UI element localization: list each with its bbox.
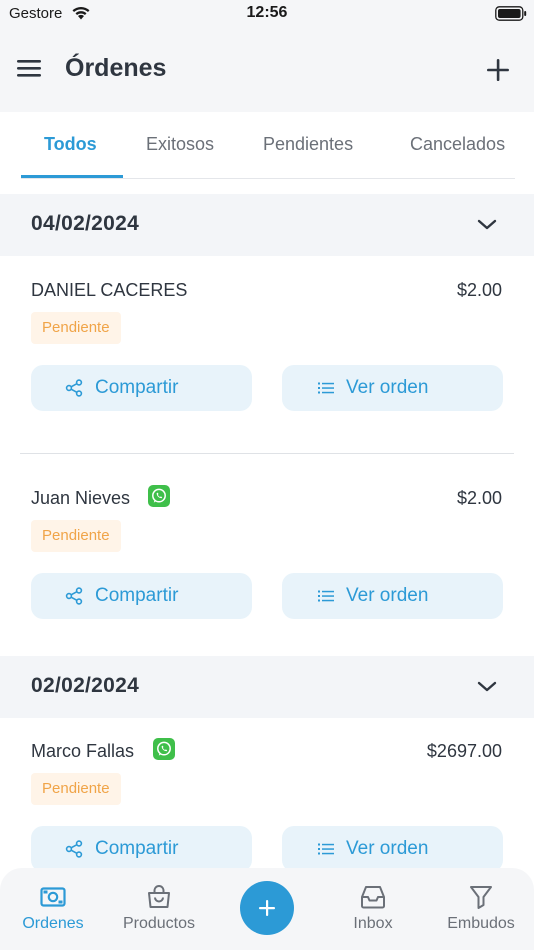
tab-exitosos[interactable]: Exitosos — [146, 134, 214, 155]
customer-name: DANIEL CACERES — [31, 280, 188, 300]
order-amount: $2.00 — [456, 488, 502, 508]
orders-icon — [40, 887, 66, 907]
customer-name: Marco Fallas — [31, 741, 135, 761]
order-card: DANIEL CACERES $2.00 Pendiente Compartir… — [0, 280, 534, 480]
share-button[interactable]: Compartir — [31, 365, 252, 411]
list-icon — [318, 382, 334, 394]
view-order-button[interactable]: Ver orden — [282, 573, 503, 619]
bottom-navigation: Ordenes Productos Inbox Embudos — [0, 868, 534, 950]
share-label: Compartir — [95, 838, 179, 859]
list-icon — [318, 590, 334, 602]
share-icon — [65, 840, 83, 858]
share-icon — [65, 379, 83, 397]
nav-item-inbox[interactable]: Inbox — [320, 868, 426, 950]
create-order-fab[interactable] — [240, 881, 294, 935]
nav-item-productos[interactable]: Productos — [106, 868, 212, 950]
status-bar: Gestore 12:56 — [0, 0, 534, 28]
status-badge: Pendiente — [31, 520, 121, 552]
status-badge: Pendiente — [31, 312, 121, 344]
orders-list[interactable]: 04/02/2024 DANIEL CACERES $2.00 Pendient… — [0, 180, 534, 868]
battery-icon — [495, 6, 527, 21]
chevron-down-icon[interactable] — [476, 680, 498, 694]
tab-pendientes[interactable]: Pendientes — [263, 134, 353, 155]
tab-cancelados[interactable]: Cancelados — [410, 134, 505, 155]
order-amount: $2697.00 — [426, 741, 502, 761]
nav-item-embudos[interactable]: Embudos — [428, 868, 534, 950]
share-icon — [65, 587, 83, 605]
nav-label: Embudos — [447, 915, 515, 932]
funnel-icon — [470, 886, 492, 909]
hamburger-menu-icon[interactable] — [16, 57, 42, 79]
view-order-button[interactable]: Ver orden — [282, 365, 503, 411]
page-title: Órdenes — [65, 54, 167, 82]
tabs-divider — [21, 178, 515, 179]
date-label: 04/02/2024 — [31, 212, 140, 235]
inbox-icon — [361, 886, 385, 909]
share-label: Compartir — [95, 585, 179, 606]
status-badge: Pendiente — [31, 773, 121, 805]
app-header: Órdenes — [0, 28, 534, 112]
chevron-down-icon[interactable] — [476, 218, 498, 232]
plus-icon — [259, 900, 275, 916]
share-label: Compartir — [95, 377, 179, 398]
view-order-label: Ver orden — [346, 377, 429, 398]
nav-label: Inbox — [353, 915, 393, 932]
nav-label: Productos — [122, 915, 196, 932]
order-divider — [20, 453, 514, 454]
order-amount: $2.00 — [456, 280, 502, 300]
list-icon — [318, 843, 334, 855]
nav-label: Ordenes — [22, 915, 84, 932]
bag-icon — [148, 885, 170, 908]
date-label: 02/02/2024 — [31, 674, 140, 697]
view-order-button[interactable]: Ver orden — [282, 826, 503, 868]
whatsapp-icon — [148, 485, 170, 507]
date-group-header[interactable]: 02/02/2024 — [0, 656, 534, 718]
customer-name: Juan Nieves — [31, 488, 131, 508]
share-button[interactable]: Compartir — [31, 573, 252, 619]
nav-item-ordenes[interactable]: Ordenes — [0, 868, 106, 950]
order-card: Marco Fallas $2697.00 Pendiente Comparti… — [0, 738, 534, 868]
whatsapp-icon — [153, 738, 175, 760]
view-order-label: Ver orden — [346, 838, 429, 859]
date-group-header[interactable]: 04/02/2024 — [0, 194, 534, 256]
clock: 12:56 — [246, 4, 288, 21]
view-order-label: Ver orden — [346, 585, 429, 606]
tab-todos[interactable]: Todos — [44, 134, 97, 155]
add-order-icon[interactable] — [485, 57, 511, 83]
share-button[interactable]: Compartir — [31, 826, 252, 868]
filter-tabs: Todos Exitosos Pendientes Cancelados — [0, 112, 534, 180]
